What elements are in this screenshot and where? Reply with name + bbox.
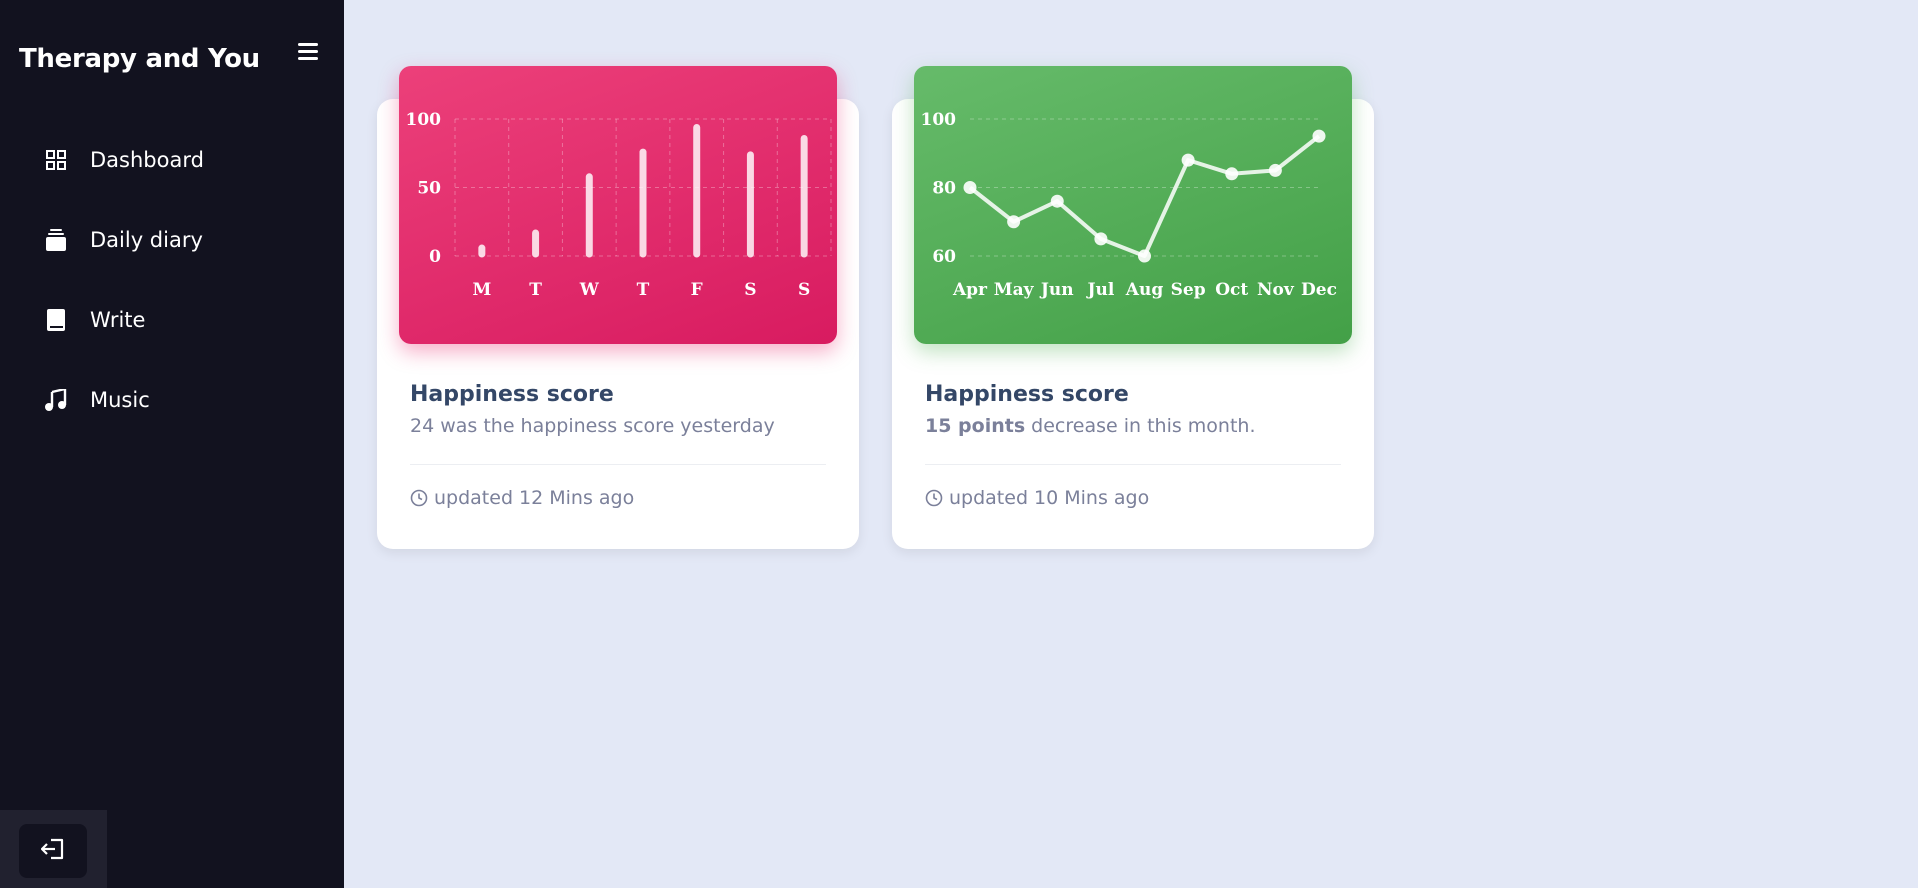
sidebar-item-label: Write bbox=[90, 308, 146, 332]
y-tick-label: 60 bbox=[932, 247, 956, 267]
x-tick-label: S bbox=[744, 280, 756, 300]
y-tick-label: 80 bbox=[932, 179, 956, 199]
x-tick-label: Nov bbox=[1257, 280, 1295, 300]
y-tick-label: 50 bbox=[417, 179, 441, 199]
sidebar-nav: Dashboard Daily diary Write Music bbox=[0, 120, 344, 440]
divider bbox=[925, 464, 1341, 465]
line-chart: 60 80 100 Apr May Jun Jul Aug Sep Oct Nov Dec bbox=[914, 66, 1352, 344]
logout-icon bbox=[40, 838, 65, 864]
clock-icon bbox=[410, 489, 428, 507]
y-tick-label: 0 bbox=[429, 247, 441, 267]
sidebar-item-daily-diary[interactable]: Daily diary bbox=[0, 200, 344, 280]
x-tick-label: Aug bbox=[1125, 280, 1164, 300]
x-tick-label: W bbox=[579, 280, 600, 300]
x-tick-label: F bbox=[691, 280, 703, 300]
bar-chart-svg: 0 50 100 M T W T F S S bbox=[406, 110, 832, 300]
data-point bbox=[1181, 153, 1195, 167]
sidebar-item-label: Daily diary bbox=[90, 228, 203, 252]
card-title: Happiness score bbox=[410, 382, 614, 407]
data-point bbox=[1312, 129, 1326, 143]
x-tick-label: T bbox=[529, 280, 542, 300]
points-value: 15 points bbox=[925, 415, 1026, 437]
dashboard-icon bbox=[44, 148, 68, 172]
data-point bbox=[963, 181, 977, 194]
card-footer: updated 12 Mins ago bbox=[410, 487, 634, 509]
subtitle-rest: decrease in this month. bbox=[1025, 415, 1256, 437]
x-tick-label: May bbox=[994, 280, 1035, 300]
x-tick-label: T bbox=[637, 280, 650, 300]
x-tick-label: Sep bbox=[1171, 280, 1206, 300]
diary-icon bbox=[44, 228, 68, 252]
updated-text: updated 10 Mins ago bbox=[949, 487, 1150, 509]
app-title: Therapy and You bbox=[19, 44, 260, 74]
logout-area bbox=[0, 810, 107, 888]
sidebar-item-dashboard[interactable]: Dashboard bbox=[0, 120, 344, 200]
happiness-line-card: 60 80 100 Apr May Jun Jul Aug Sep Oct Nov Dec Happi… bbox=[892, 66, 1374, 549]
sidebar-item-music[interactable]: Music bbox=[0, 360, 344, 440]
sidebar-item-label: Dashboard bbox=[90, 148, 204, 172]
logout-button[interactable] bbox=[19, 824, 87, 878]
data-point bbox=[1225, 167, 1239, 181]
bar-chart: 0 50 100 M T W T F S S bbox=[399, 66, 837, 344]
sidebar-item-label: Music bbox=[90, 388, 150, 412]
book-icon bbox=[44, 308, 68, 332]
x-tick-label: Jun bbox=[1039, 280, 1074, 300]
clock-icon bbox=[925, 489, 943, 507]
card-subtitle: 24 was the happiness score yesterday bbox=[410, 415, 775, 437]
series-line bbox=[968, 134, 1321, 258]
sidebar: Therapy and You Dashboard Daily diary Wr… bbox=[0, 0, 344, 888]
y-tick-label: 100 bbox=[921, 110, 957, 130]
happiness-bar-card: 0 50 100 M T W T F S S Happiness score 24 was the… bbox=[377, 66, 859, 549]
data-point bbox=[1094, 232, 1108, 246]
data-point bbox=[1138, 249, 1151, 263]
data-point bbox=[1007, 215, 1021, 229]
card-subtitle: 15 points decrease in this month. bbox=[925, 415, 1256, 437]
music-icon bbox=[44, 388, 68, 412]
x-tick-label: Apr bbox=[952, 280, 988, 300]
card-title: Happiness score bbox=[925, 382, 1129, 407]
x-tick-label: Jul bbox=[1085, 280, 1114, 300]
x-tick-label: M bbox=[472, 280, 491, 300]
data-point bbox=[1050, 194, 1064, 208]
line-chart-svg: 60 80 100 Apr May Jun Jul Aug Sep Oct Nov Dec bbox=[921, 110, 1337, 300]
x-tick-label: Dec bbox=[1301, 280, 1337, 300]
updated-text: updated 12 Mins ago bbox=[434, 487, 635, 509]
data-point bbox=[1268, 163, 1282, 177]
x-tick-label: Oct bbox=[1215, 280, 1248, 300]
x-tick-label: S bbox=[798, 280, 810, 300]
y-tick-label: 100 bbox=[406, 110, 442, 130]
card-footer: updated 10 Mins ago bbox=[925, 487, 1149, 509]
menu-toggle-icon[interactable] bbox=[296, 40, 322, 62]
divider bbox=[410, 464, 826, 465]
sidebar-item-write[interactable]: Write bbox=[0, 280, 344, 360]
